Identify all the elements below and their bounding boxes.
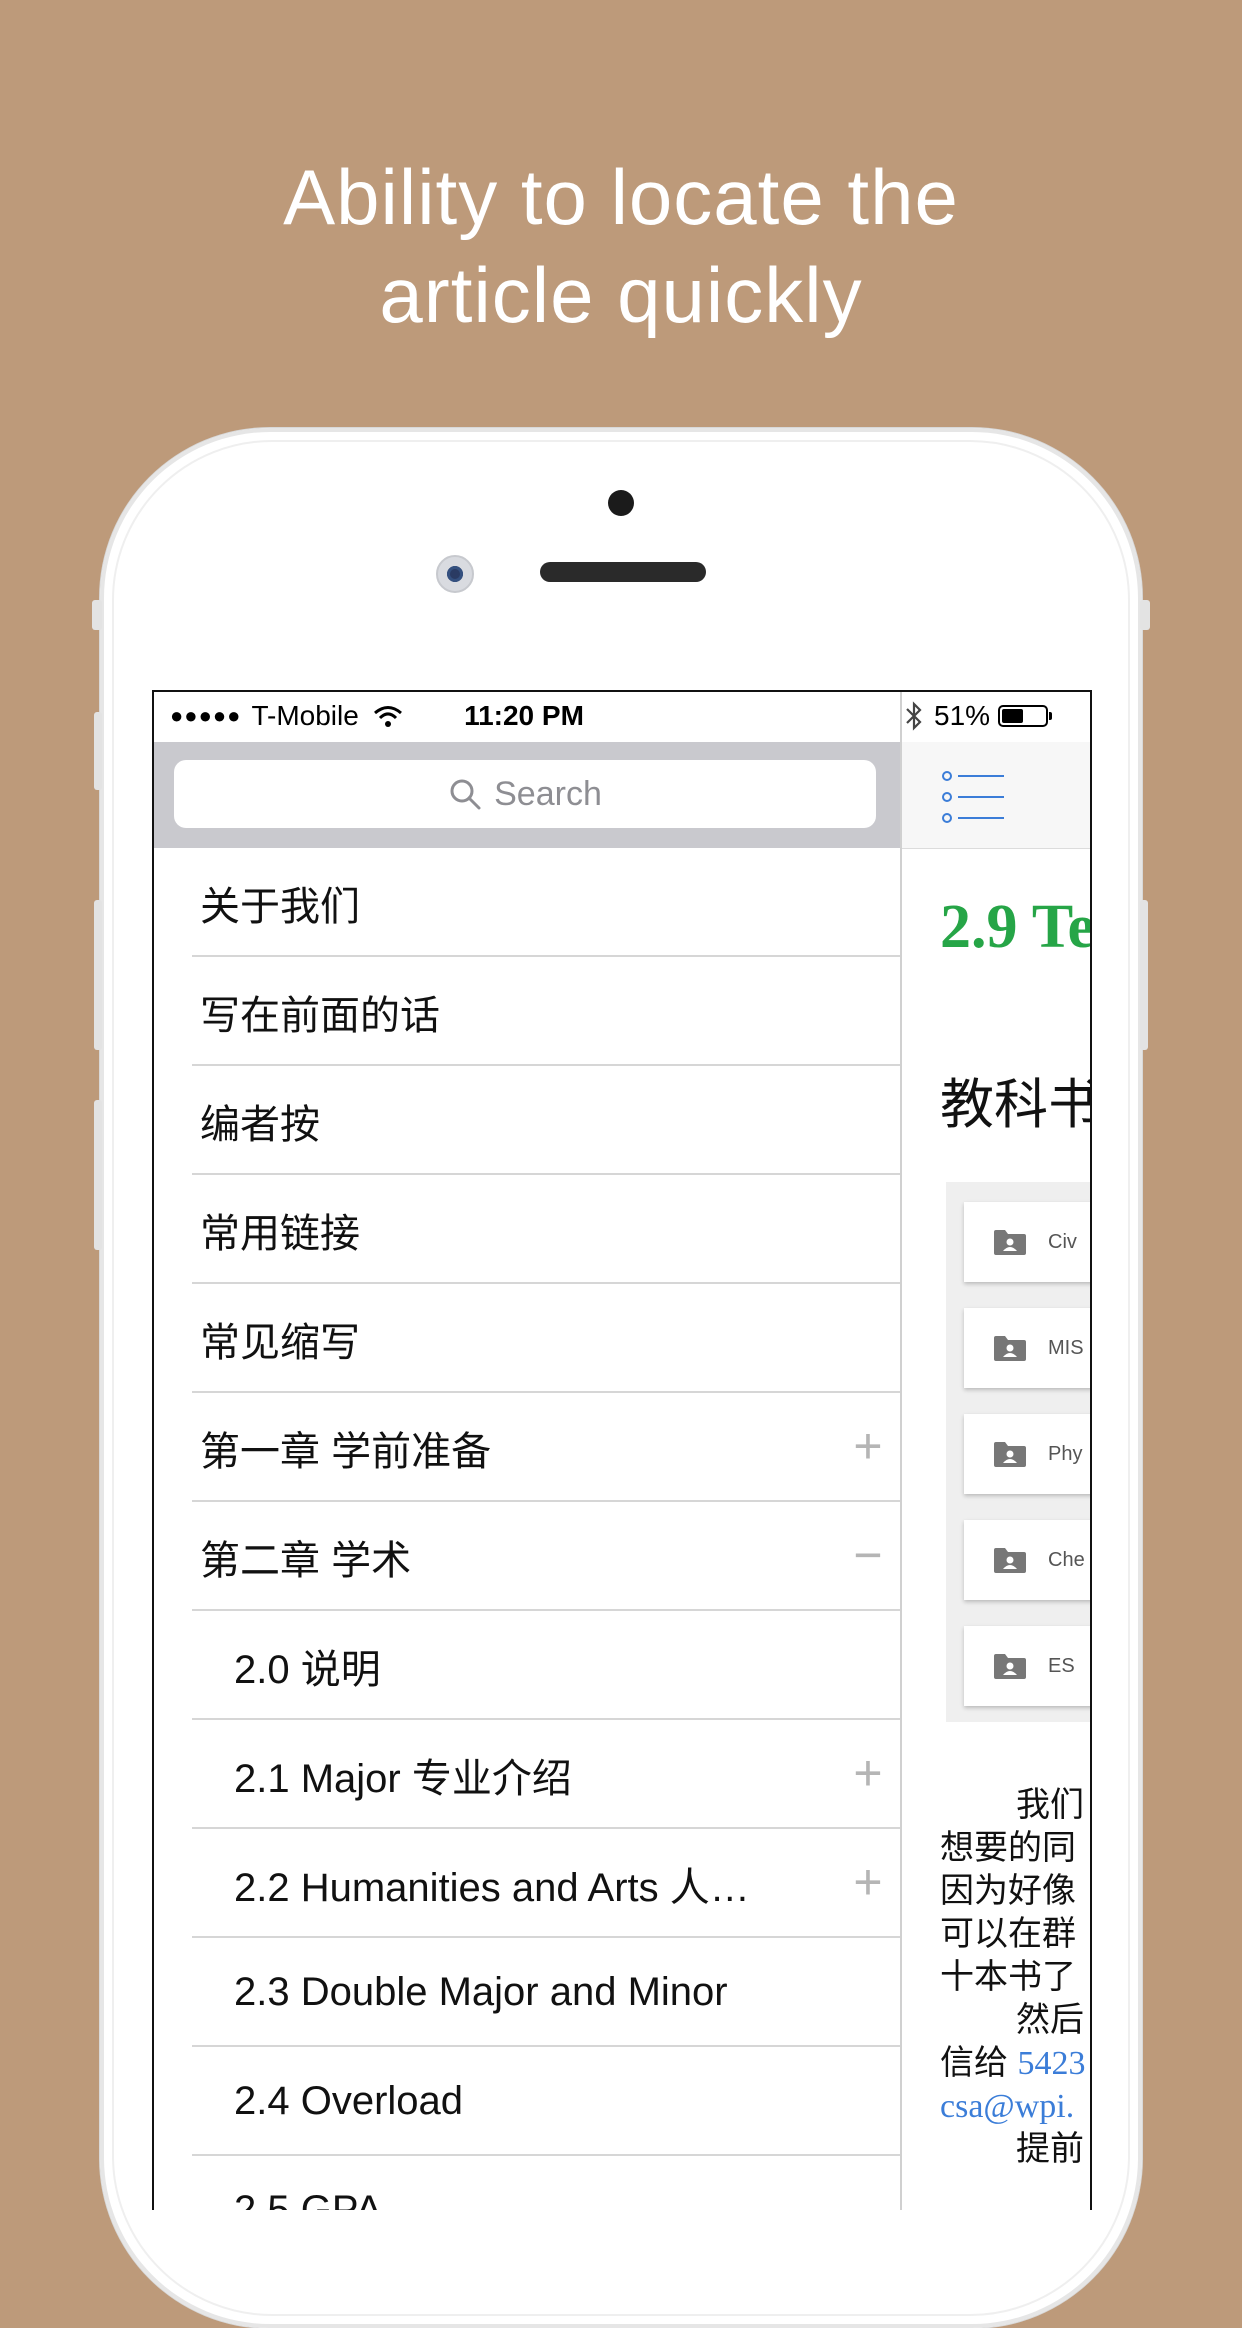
article-line: 提前 (1016, 2130, 1084, 2168)
toc-item[interactable]: 编者按 (154, 1066, 900, 1175)
article-pane[interactable]: 2.9 Te 教科书 Civ MIS Phy Che ES 我们 想要的同 因为好像 可… (900, 692, 1092, 2210)
folder-card[interactable]: ES (964, 1626, 1090, 1706)
phone-right-notch (1140, 600, 1150, 630)
toc-item-label: 2.0 说明 (234, 1647, 381, 1692)
search-input[interactable]: Search (174, 760, 876, 828)
toc-list: 关于我们写在前面的话 编者按常用链接常见缩写第一章 学前准备 + 第二章 学术 − 2.0… (154, 848, 900, 2210)
bluetooth-icon (906, 701, 922, 731)
toc-item-label: 2.4 Overload (234, 2079, 464, 2123)
toc-item[interactable]: 关于我们 (154, 848, 900, 957)
front-camera (436, 555, 474, 593)
toc-item-label: 关于我们 (200, 884, 360, 929)
toc-item-label: 2.1 Major 专业介绍 (234, 1756, 572, 1801)
article-body: 我们 想要的同 因为好像 可以在群 十本书了 然后 信给 5423 csa@wp… (940, 1784, 1090, 2171)
status-time: 11:20 PM (464, 700, 584, 731)
toc-item-label: 编者按 (200, 1102, 320, 1147)
sidebar: Search 关于我们写在前面的话 编者按常用链接常见缩写第一章 学前准备 + 第二章… (154, 742, 900, 2210)
toc-item[interactable]: 2.3 Double Major and Minor (154, 1938, 900, 2047)
expand-icon[interactable]: + (846, 1421, 890, 1471)
toc-item-label: 2.5 GPA (234, 2188, 383, 2210)
expand-icon[interactable]: + (846, 1748, 890, 1798)
phone-side-button (92, 600, 102, 630)
folder-name: Che (1048, 1548, 1085, 1571)
collapse-icon[interactable]: − (846, 1530, 890, 1580)
battery-percent: 51% (934, 700, 991, 731)
phone-volume-down (94, 1100, 102, 1250)
toc-item-label: 写在前面的话 (200, 993, 440, 1038)
folder-name: MIS (1048, 1336, 1084, 1359)
article-line: 信给 5423 (940, 2042, 1090, 2085)
search-icon (450, 779, 481, 810)
headline-line-2: article quickly (379, 251, 863, 339)
toc-item[interactable]: 常见缩写 (154, 1284, 900, 1393)
article-line: 我们 (1016, 1786, 1084, 1824)
article-line: 想要的同 (940, 1829, 1076, 1867)
article-toolbar (902, 742, 1090, 849)
shared-folder-icon (994, 1548, 1026, 1573)
toc-item-label: 第一章 学前准备 (200, 1429, 492, 1474)
toc-item[interactable]: 2.0 说明 (154, 1611, 900, 1720)
phone-mute-switch (94, 712, 102, 790)
earpiece-speaker (540, 562, 706, 582)
expand-icon[interactable]: + (846, 1857, 890, 1907)
article-heading: 教科书 (940, 1075, 1092, 1135)
article-line: 十本书了 (940, 1958, 1076, 1996)
search-placeholder: Search (494, 774, 602, 813)
article-line: 可以在群 (940, 1915, 1076, 1953)
toc-item[interactable]: 第一章 学前准备 + (154, 1393, 900, 1502)
phone-power-button (1140, 900, 1148, 1050)
proximity-sensor (608, 490, 634, 516)
toc-item-label: 2.3 Double Major and Minor (234, 1970, 728, 2014)
toc-item-label: 第二章 学术 (200, 1538, 412, 1583)
shared-folder-icon (994, 1442, 1026, 1467)
shared-folder-icon (994, 1230, 1026, 1255)
toc-item-label: 2.2 Humanities and Arts 人… (234, 1865, 750, 1910)
search-bar: Search (154, 742, 900, 848)
article-line: 然后 (1016, 2001, 1084, 2039)
shared-folder-icon (994, 1336, 1026, 1361)
screen: Search 关于我们写在前面的话 编者按常用链接常见缩写第一章 学前准备 + 第二章… (152, 690, 1092, 2210)
article-link[interactable]: 5423 (1017, 2045, 1085, 2082)
folder-card[interactable]: Civ (964, 1202, 1090, 1282)
toc-item[interactable]: 第二章 学术 − (154, 1502, 900, 1611)
toc-item[interactable]: 2.2 Humanities and Arts 人… + (154, 1829, 900, 1938)
phone-volume-up (94, 900, 102, 1050)
battery-fill (1002, 709, 1023, 723)
article-line: 因为好像 (940, 1872, 1076, 1910)
folder-card[interactable]: Che (964, 1520, 1090, 1600)
toc-item[interactable]: 2.5 GPA (154, 2156, 900, 2210)
folder-card[interactable]: Phy (964, 1414, 1090, 1494)
toc-item-label: 常见缩写 (200, 1320, 360, 1365)
toc-item[interactable]: 常用链接 (154, 1175, 900, 1284)
toc-item[interactable]: 2.4 Overload (154, 2047, 900, 2156)
folder-name: ES (1048, 1654, 1075, 1677)
folder-card[interactable]: MIS (964, 1308, 1090, 1388)
shared-folder-icon (994, 1654, 1026, 1679)
toc-item[interactable]: 2.1 Major 专业介绍 + (154, 1720, 900, 1829)
toc-item-label: 常用链接 (200, 1211, 360, 1256)
article-title: 2.9 Te (940, 893, 1092, 961)
headline: Ability to locate the article quickly (0, 148, 1242, 344)
email-link[interactable]: csa@wpi. (940, 2085, 1090, 2128)
status-bar: ●●●●● T-Mobile 11:20 PM 51% (154, 692, 1090, 742)
folder-name: Civ (1048, 1230, 1077, 1253)
folder-panel: Civ MIS Phy Che ES (946, 1182, 1090, 1722)
headline-line-1: Ability to locate the (283, 153, 959, 241)
folder-name: Phy (1048, 1442, 1083, 1465)
toc-item[interactable]: 写在前面的话 (154, 957, 900, 1066)
toc-list-icon[interactable] (942, 770, 1006, 824)
battery-icon (998, 705, 1053, 727)
article-line-text: 信给 (940, 2044, 1018, 2082)
